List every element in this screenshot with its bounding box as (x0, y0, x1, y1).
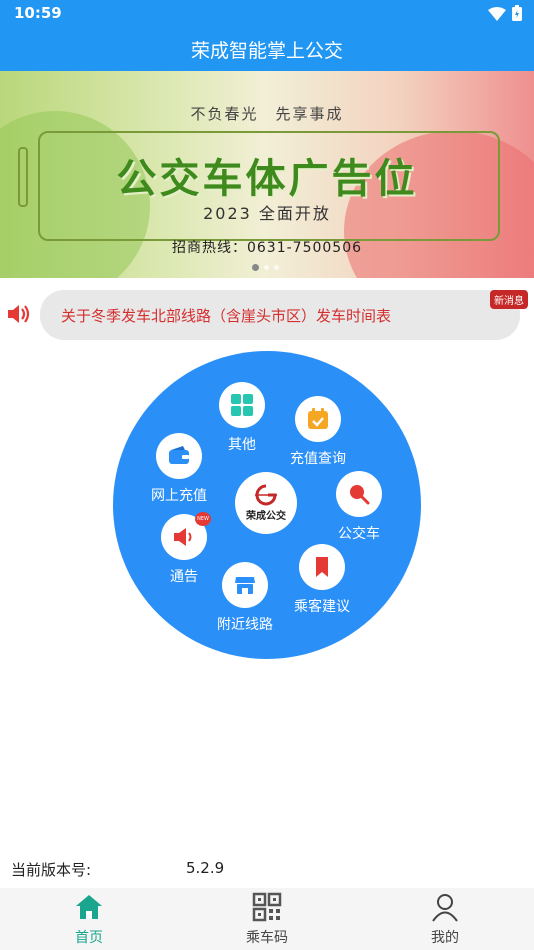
nav-home[interactable]: 首页 (0, 888, 178, 950)
menu-item-label: 其他 (228, 437, 256, 453)
notice-text[interactable]: 关于冬季发车北部线路（含崖头市区）发车时间表 (61, 305, 391, 326)
home-icon (74, 892, 104, 926)
qr-code-icon (252, 892, 282, 926)
version-value: 5.2.9 (186, 859, 225, 877)
nav-label: 乘车码 (246, 930, 288, 946)
menu-item-announcement[interactable]: NEW 通告 (161, 512, 211, 586)
nav-mine[interactable]: 我的 (356, 888, 534, 950)
banner-pager[interactable] (252, 264, 279, 271)
banner-headline: 公交车体广告位 (116, 156, 418, 202)
bookmark-icon (299, 544, 345, 590)
pager-dot[interactable] (264, 265, 269, 270)
menu-item-nearby-routes[interactable]: 附近线路 (217, 562, 273, 634)
logo-text: 荣成公交 (246, 511, 286, 522)
menu-item-label: 附近线路 (217, 617, 273, 633)
speaker-icon (6, 301, 32, 327)
banner-hotline: 招商热线：0631-7500506 (171, 240, 363, 256)
status-time: 10:59 (14, 4, 62, 22)
store-icon (222, 562, 268, 608)
center-logo: 荣成公交 (235, 472, 297, 534)
menu-item-other[interactable]: 其他 (219, 382, 265, 454)
new-badge: NEW (195, 512, 211, 526)
menu-item-recharge-query[interactable]: 充值查询 (290, 396, 346, 468)
grid-icon (219, 382, 265, 428)
banner-subline: 2023 全面开放 (203, 204, 331, 223)
bottom-nav: 首页 乘车码 我的 (0, 888, 534, 950)
app-header: 10:59 荣成智能掌上公交 (0, 0, 534, 71)
menu-item-passenger-suggestion[interactable]: 乘客建议 (294, 544, 350, 616)
user-icon (430, 892, 460, 926)
status-icons (488, 5, 522, 25)
notice-bar[interactable]: 关于冬季发车北部线路（含崖头市区）发车时间表 (40, 290, 520, 340)
pager-dot[interactable] (252, 264, 259, 271)
nav-label: 首页 (75, 930, 103, 946)
menu-item-bus[interactable]: 公交车 (336, 471, 382, 543)
menu-item-label: 公交车 (338, 526, 380, 542)
logo-icon (255, 484, 277, 506)
search-icon (336, 471, 382, 517)
menu-item-online-recharge[interactable]: 网上充值 (151, 433, 207, 505)
wifi-icon (488, 6, 506, 25)
page-title: 荣成智能掌上公交 (190, 40, 343, 62)
calendar-check-icon (295, 396, 341, 442)
megaphone-icon: NEW (161, 512, 211, 560)
battery-icon (512, 5, 522, 25)
nav-label: 我的 (431, 930, 459, 946)
menu-item-label: 乘客建议 (294, 599, 350, 615)
pager-dot[interactable] (274, 265, 279, 270)
banner-slogan: 不负春光 先享事成 (190, 105, 344, 123)
menu-item-label: 充值查询 (290, 451, 346, 467)
nav-ride-code[interactable]: 乘车码 (178, 888, 356, 950)
menu-item-label: 通告 (170, 569, 198, 585)
version-label: 当前版本号: (11, 861, 92, 879)
new-message-badge: 新消息 (490, 290, 528, 309)
wallet-icon (156, 433, 202, 479)
menu-item-label: 网上充值 (151, 488, 207, 504)
